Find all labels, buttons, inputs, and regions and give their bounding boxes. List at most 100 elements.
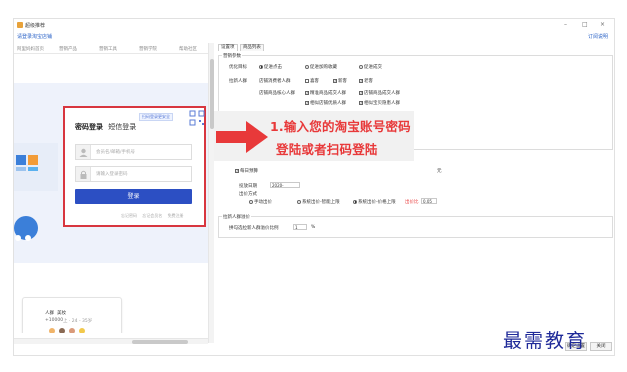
group-title-premium: 拉新人群溢价: [222, 214, 251, 220]
audience-label: 人群: [45, 311, 54, 316]
login-card: 扫码登录更安全 密码登录 短信登录 会员名/邮箱/手机号 请输入登录密码 登录 …: [63, 106, 206, 227]
checkbox-icon: [305, 100, 309, 105]
radio-icon: [353, 199, 357, 204]
daily-budget-option[interactable]: 每日预算: [235, 168, 258, 174]
tab-settings[interactable]: 设置项: [218, 44, 238, 51]
nav-item-tools[interactable]: 营销工具: [99, 46, 117, 52]
password-placeholder: 请输入登录密码: [96, 172, 128, 177]
embedded-browser: 阿里妈妈首页 营销产品 营销工具 营销学院 帮助社区 扫码登录更安全 密码登录 …: [14, 43, 212, 333]
watermark-text: 最需教育: [503, 330, 588, 352]
radio-icon: [305, 64, 309, 69]
alimama-nav: 阿里妈妈首页 营销产品 营销工具 营销学院 帮助社区: [14, 43, 212, 54]
crowd-label: 拉新人群: [229, 79, 247, 84]
radio-icon: [249, 199, 253, 204]
username-placeholder: 会员名/邮箱/手机号: [96, 150, 136, 155]
avatar: [49, 328, 55, 333]
checkbox-icon: [305, 78, 309, 83]
radio-icon: [259, 64, 263, 69]
radio-click[interactable]: 促进点击: [259, 64, 282, 70]
nav-item-home[interactable]: 阿里妈妈首页: [17, 46, 44, 52]
forgot-password-link[interactable]: 忘记密码: [121, 213, 137, 218]
premium-field[interactable]: 1: [293, 224, 307, 230]
checkbox-new-customer[interactable]: 新客: [333, 78, 347, 84]
close-settings-button[interactable]: 关闭: [590, 342, 612, 351]
window-title: 超级推荐: [25, 23, 46, 29]
radio-limit-bid[interactable]: 系统出价-价格上限: [353, 199, 396, 205]
crowd-premium-group: 拉新人群溢价 拼勾选拉新人群溢价比例 1 %: [218, 214, 613, 238]
checkbox-old-customer[interactable]: 老客: [359, 78, 373, 84]
tab-password-login[interactable]: 密码登录: [75, 123, 103, 131]
maximize-button[interactable]: □: [582, 21, 588, 28]
browser-horizontal-scrollbar[interactable]: [14, 338, 208, 344]
scroll-thumb[interactable]: [132, 340, 188, 344]
hero-cloud-icon: [14, 216, 38, 241]
forgot-username-link[interactable]: 忘记会员名: [142, 213, 162, 218]
audience-count: +10000: [45, 318, 64, 323]
checkbox-like-customer[interactable]: 喜客: [305, 78, 319, 84]
title-bar: 超级推荐 – □ ×: [14, 19, 616, 33]
crowd-row2-label: 店铺商品核心人群: [259, 91, 295, 96]
qr-tip: 扫码登录更安全: [139, 113, 173, 121]
bid-method-label: 出价方式: [239, 192, 257, 197]
bid-ratio-field[interactable]: 0.05: [421, 198, 437, 204]
qr-code-icon[interactable]: [189, 110, 205, 126]
date-field[interactable]: 2020-: [270, 182, 300, 188]
checkbox-icon: [333, 78, 337, 83]
minimize-button[interactable]: –: [564, 21, 567, 28]
checkbox-icon: [235, 168, 239, 173]
username-field[interactable]: 会员名/邮箱/手机号: [75, 144, 192, 160]
nav-item-products[interactable]: 营销产品: [59, 46, 77, 52]
radio-icon: [359, 64, 363, 69]
app-window: 超级推荐 – □ × 请登录淘宝店铺 订阅说明 阿里妈妈首页 营销产品 营销工具…: [13, 18, 615, 356]
close-button[interactable]: ×: [600, 21, 605, 28]
store-login-link[interactable]: 请登录淘宝店铺: [17, 33, 52, 40]
login-card-links: 忘记密码 忘记会员名 免费注册: [117, 213, 184, 219]
settings-tabs: 设置项 商品列表: [218, 44, 265, 51]
checkbox-similar-item[interactable]: 相似宝贝隐患人群: [359, 100, 400, 106]
settings-pane: 设置项 商品列表 营销参数 优化目标 促进点击 促进加购收藏 促进成交 拉新人群…: [215, 42, 616, 356]
checkbox-icon: [359, 78, 363, 83]
tab-sms-login[interactable]: 短信登录: [108, 123, 136, 131]
radio-smart-bid[interactable]: 系统出价-智能上限: [297, 199, 340, 205]
premium-label: 拼勾选拉新人群溢价比例: [229, 226, 279, 231]
red-arrow-icon: [216, 121, 268, 153]
bid-ratio-label: 出价比: [405, 200, 419, 205]
annotation-line-1: 1.输入您的淘宝账号密码: [270, 119, 411, 134]
audience-range: 上 · 24 - 35岁: [63, 319, 93, 324]
app-logo-icon: [17, 22, 23, 28]
avatar: [69, 328, 75, 333]
checkbox-store-crowd[interactable]: 店铺商品成交人群: [359, 90, 400, 96]
radio-icon: [297, 199, 301, 204]
register-link[interactable]: 免费注册: [168, 213, 184, 218]
login-button[interactable]: 登录: [75, 189, 192, 204]
optimize-label: 优化目标: [229, 65, 247, 70]
checkbox-icon: [305, 90, 309, 95]
checkbox-icon: [359, 90, 363, 95]
screenshot-page: 超级推荐 – □ × 请登录淘宝店铺 订阅说明 阿里妈妈首页 营销产品 营销工具…: [0, 0, 627, 372]
budget-suffix: 元: [437, 169, 442, 174]
avatar: [79, 328, 85, 333]
checkbox-precise-crowd[interactable]: 精准商品成交人群: [305, 90, 346, 96]
login-tabs: 密码登录 短信登录: [75, 122, 136, 132]
nav-item-help[interactable]: 帮助社区: [179, 46, 197, 52]
avatar: [59, 328, 65, 333]
radio-deal[interactable]: 促进成交: [359, 64, 382, 70]
premium-unit: %: [311, 225, 316, 230]
lock-icon: [76, 167, 91, 181]
annotation-line-2: 登陆或者扫码登陆: [276, 142, 378, 157]
checkbox-similar-store[interactable]: 相似店铺优质人群: [305, 100, 346, 106]
user-icon: [76, 145, 91, 159]
audience-card: 人群 美妆 +10000 上 · 24 - 35岁: [22, 297, 122, 333]
browser-vertical-scrollbar[interactable]: [208, 43, 214, 343]
radio-cart[interactable]: 促进加购收藏: [305, 64, 337, 70]
checkbox-icon: [359, 100, 363, 105]
nav-item-academy[interactable]: 营销学院: [139, 46, 157, 52]
radio-manual-bid[interactable]: 手动出价: [249, 199, 272, 205]
password-field[interactable]: 请输入登录密码: [75, 166, 192, 182]
group-title-marketing: 营销参数: [222, 53, 242, 59]
crowd-row1-label: 店铺消费者人群: [259, 79, 291, 84]
tab-product-list[interactable]: 商品列表: [239, 44, 264, 51]
help-link[interactable]: 订阅说明: [588, 33, 608, 40]
audience-category: 美妆: [57, 311, 66, 316]
hero-illustration-icon: [14, 143, 58, 191]
